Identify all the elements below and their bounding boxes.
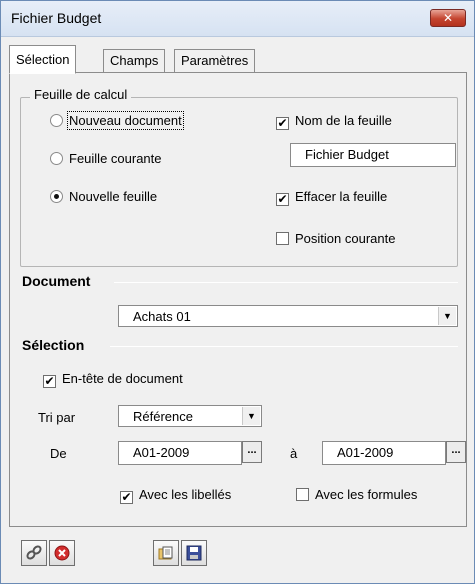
from-browse-button[interactable]: ... — [242, 441, 262, 463]
window-title: Fichier Budget — [11, 10, 102, 26]
dialog-window: Fichier Budget ✕ Sélection Champs Paramè… — [0, 0, 475, 584]
open-button[interactable] — [153, 540, 179, 566]
checkmark-icon: ✔ — [44, 374, 55, 388]
sheet-name-input[interactable]: Fichier Budget — [290, 143, 456, 167]
sort-label: Tri par — [38, 410, 76, 425]
radio-current-sheet[interactable]: Feuille courante — [50, 151, 162, 166]
title-bar[interactable]: Fichier Budget ✕ — [1, 1, 474, 37]
document-combobox[interactable]: Achats 01 ▼ — [118, 305, 458, 327]
check-document-header[interactable]: ✔ En-tête de document — [43, 371, 183, 388]
save-icon — [186, 545, 202, 561]
tab-champs[interactable]: Champs — [103, 49, 166, 73]
document-divider — [114, 282, 458, 283]
to-label: à — [290, 446, 298, 461]
close-button[interactable]: ✕ — [430, 9, 466, 27]
save-button[interactable] — [181, 540, 207, 566]
selection-divider — [110, 346, 458, 347]
close-icon: ✕ — [442, 11, 454, 25]
radio-new-document[interactable]: Nouveau document — [50, 111, 184, 130]
document-section-label: Document — [22, 273, 91, 289]
radio-current-sheet-indicator[interactable] — [50, 152, 63, 165]
cancel-button[interactable] — [49, 540, 75, 566]
check-with-labels[interactable]: ✔ Avec les libellés — [120, 487, 231, 504]
checkmark-icon: ✔ — [121, 490, 132, 504]
from-label: De — [50, 446, 67, 461]
check-current-position-box[interactable] — [276, 232, 289, 245]
sheet-group-legend: Feuille de calcul — [30, 87, 132, 102]
check-document-header-box[interactable]: ✔ — [43, 375, 56, 388]
check-clear-sheet[interactable]: ✔ Effacer la feuille — [276, 189, 387, 206]
link-chain-icon — [26, 545, 42, 560]
check-sheet-name-box[interactable]: ✔ — [276, 117, 289, 130]
tab-strip: Sélection Champs Paramètres — [9, 45, 469, 74]
tab-selection[interactable]: Sélection — [9, 45, 77, 74]
radio-new-document-indicator[interactable] — [50, 114, 63, 127]
run-button[interactable] — [21, 540, 47, 566]
tab-parametres[interactable]: Paramètres — [174, 49, 256, 73]
from-input[interactable]: A01-2009 — [118, 441, 242, 465]
checkmark-icon: ✔ — [277, 192, 288, 206]
radio-new-sheet-indicator[interactable] — [50, 190, 63, 203]
cancel-icon — [54, 545, 70, 561]
checkmark-icon: ✔ — [277, 116, 288, 130]
to-input[interactable]: A01-2009 — [322, 441, 446, 465]
sort-combobox[interactable]: Référence ▼ — [118, 405, 262, 427]
check-with-labels-box[interactable]: ✔ — [120, 491, 133, 504]
open-folder-icon — [158, 546, 173, 560]
radio-new-sheet[interactable]: Nouvelle feuille — [50, 189, 157, 204]
check-with-formulas-box[interactable] — [296, 488, 309, 501]
chevron-down-icon[interactable]: ▼ — [242, 407, 260, 425]
check-current-position[interactable]: Position courante — [276, 231, 395, 246]
check-with-formulas[interactable]: Avec les formules — [296, 487, 417, 502]
check-sheet-name[interactable]: ✔ Nom de la feuille — [276, 113, 392, 130]
chevron-down-icon[interactable]: ▼ — [438, 307, 456, 325]
to-browse-button[interactable]: ... — [446, 441, 466, 463]
tab-panel-selection: Feuille de calcul Nouveau document Feuil… — [9, 72, 467, 527]
selection-section-label: Sélection — [22, 337, 85, 353]
check-clear-sheet-box[interactable]: ✔ — [276, 193, 289, 206]
